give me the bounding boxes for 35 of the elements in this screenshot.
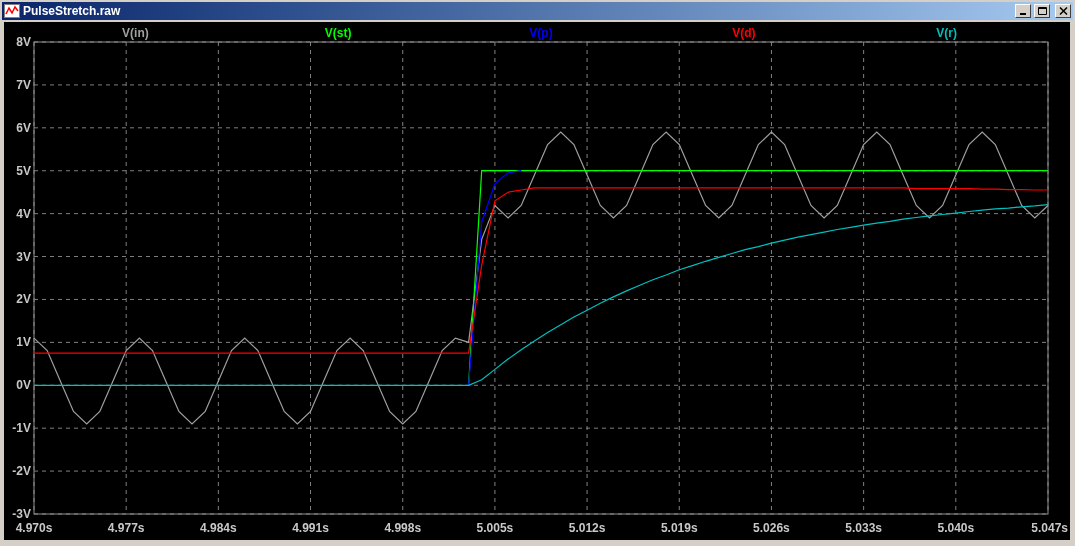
x-tick-label: 4.991s bbox=[292, 521, 329, 535]
x-tick-label: 5.005s bbox=[476, 521, 514, 535]
y-tick-label: 2V bbox=[16, 292, 31, 307]
trace-label[interactable]: V(st) bbox=[324, 26, 352, 40]
x-tick-label: 5.026s bbox=[753, 521, 790, 535]
x-tick-label: 4.977s bbox=[107, 521, 145, 535]
waveform-icon bbox=[4, 4, 20, 18]
trace-label[interactable]: V(d) bbox=[732, 26, 756, 40]
minimize-button[interactable] bbox=[1015, 4, 1031, 18]
y-tick-label: -2V bbox=[12, 464, 31, 479]
x-tick-label: 5.012s bbox=[568, 521, 606, 535]
y-tick-label: 8V bbox=[16, 35, 31, 49]
y-tick-label: 3V bbox=[16, 249, 31, 264]
y-tick-label: 0V bbox=[16, 378, 31, 393]
x-tick-label: 4.998s bbox=[384, 521, 422, 535]
y-tick-label: 1V bbox=[16, 335, 31, 350]
maximize-button[interactable] bbox=[1034, 4, 1050, 18]
x-tick-label: 5.033s bbox=[845, 521, 882, 535]
x-tick-label: 4.984s bbox=[200, 521, 237, 535]
window-title: PulseStretch.raw bbox=[23, 5, 122, 17]
y-tick-label: -1V bbox=[12, 421, 31, 436]
x-tick-label: 4.970s bbox=[15, 521, 53, 535]
close-button[interactable] bbox=[1055, 4, 1071, 18]
y-tick-label: 6V bbox=[16, 120, 31, 135]
y-tick-label: 4V bbox=[16, 206, 31, 221]
y-tick-label: 5V bbox=[16, 163, 31, 178]
y-tick-label: 7V bbox=[16, 77, 31, 92]
y-tick-label: -3V bbox=[12, 507, 31, 521]
close-icon bbox=[1058, 7, 1068, 15]
x-tick-label: 5.047s bbox=[1031, 521, 1068, 535]
x-tick-label: 5.019s bbox=[660, 521, 698, 535]
trace-label[interactable]: V(r) bbox=[936, 26, 957, 40]
trace-label[interactable]: V(in) bbox=[122, 26, 149, 40]
maximize-icon bbox=[1037, 7, 1047, 15]
x-tick-label: 5.040s bbox=[937, 521, 975, 535]
